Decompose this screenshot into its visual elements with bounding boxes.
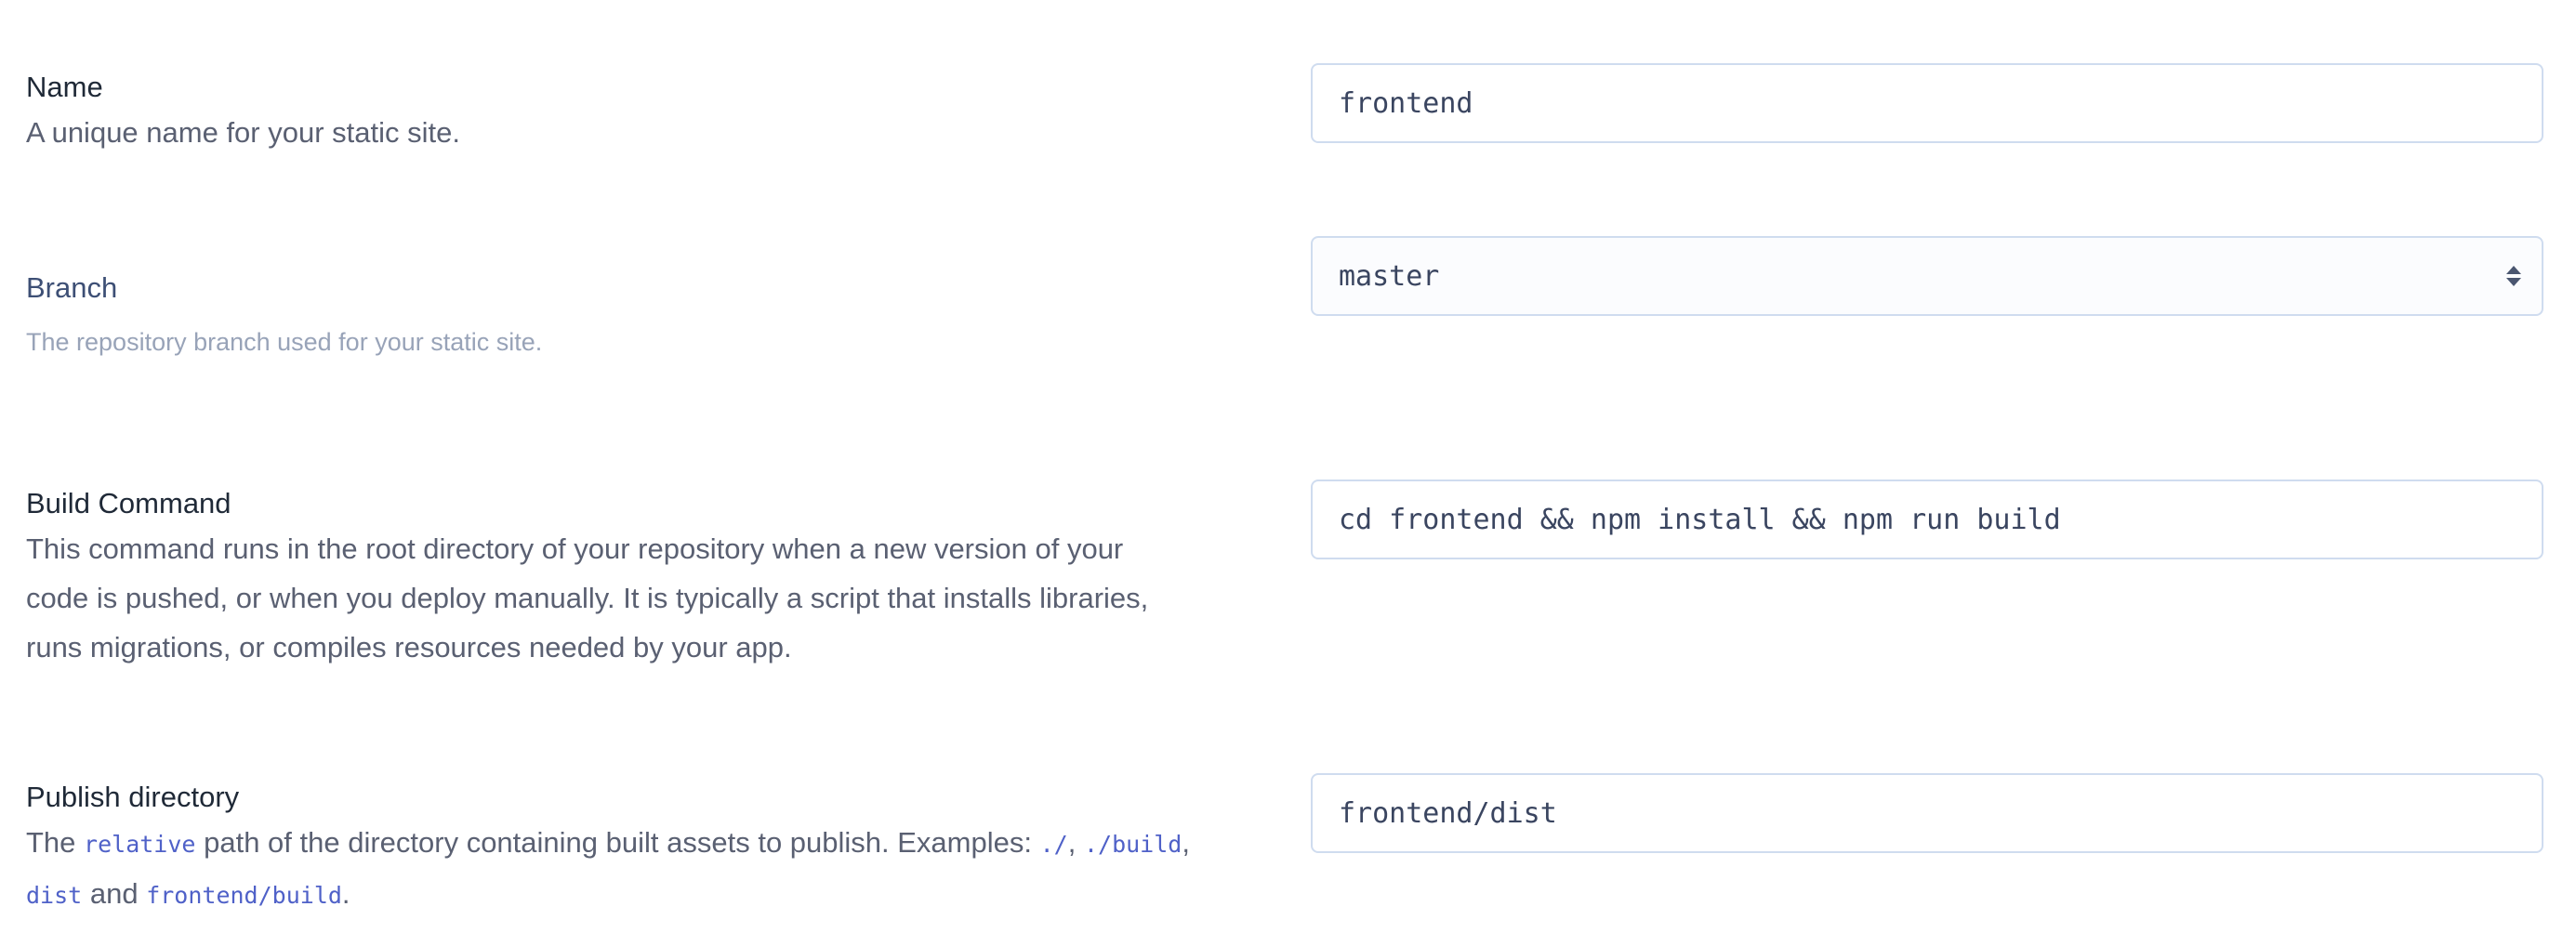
branch-field-title: Branch <box>26 271 118 304</box>
code-example-frontend-build: frontend/build <box>146 882 342 909</box>
name-field-label-group: Name A unique name for your static site. <box>26 69 1253 157</box>
up-down-caret-icon <box>2506 266 2521 286</box>
desc-comma-2: , <box>1182 826 1190 859</box>
build-command-title: Build Command <box>26 487 231 519</box>
desc-text-the: The <box>26 826 76 859</box>
desc-text-and: and <box>89 877 139 910</box>
desc-comma-1: , <box>1067 826 1077 859</box>
publish-directory-title: Publish directory <box>26 781 240 813</box>
name-input-value: frontend <box>1339 86 1473 120</box>
build-command-input-value: cd frontend && npm install && npm run bu… <box>1339 503 2061 536</box>
branch-field-label-group: Branch The repository branch used for yo… <box>26 269 1253 359</box>
name-field-title: Name <box>26 71 103 103</box>
branch-select-value: master <box>1339 259 1440 293</box>
publish-directory-input[interactable]: frontend/dist <box>1311 773 2543 853</box>
branch-field-description: The repository branch used for your stat… <box>26 328 543 356</box>
publish-directory-label-group: Publish directory The relative path of t… <box>26 779 1253 920</box>
code-example-root: ./ <box>1039 831 1068 858</box>
name-field-description: A unique name for your static site. <box>26 116 460 149</box>
code-relative: relative <box>84 831 196 858</box>
branch-select[interactable]: master <box>1311 236 2543 316</box>
code-example-dist: dist <box>26 882 83 909</box>
desc-period: . <box>341 877 350 910</box>
build-command-description-line-2: code is pushed, or when you deploy manua… <box>26 582 1149 614</box>
build-command-description-line-1: This command runs in the root directory … <box>26 532 1124 565</box>
publish-directory-description-line-2: dist and frontend/build. <box>26 869 1253 920</box>
name-input[interactable]: frontend <box>1311 63 2543 143</box>
publish-directory-description-line-1: The relative path of the directory conta… <box>26 818 1253 869</box>
build-command-description-line-3: runs migrations, or compiles resources n… <box>26 631 792 664</box>
code-example-build: ./build <box>1083 831 1182 858</box>
publish-directory-input-value: frontend/dist <box>1339 796 1557 830</box>
build-command-label-group: Build Command This command runs in the r… <box>26 485 1253 672</box>
build-command-input[interactable]: cd frontend && npm install && npm run bu… <box>1311 480 2543 559</box>
desc-text-middle: path of the directory containing built a… <box>204 826 1032 859</box>
